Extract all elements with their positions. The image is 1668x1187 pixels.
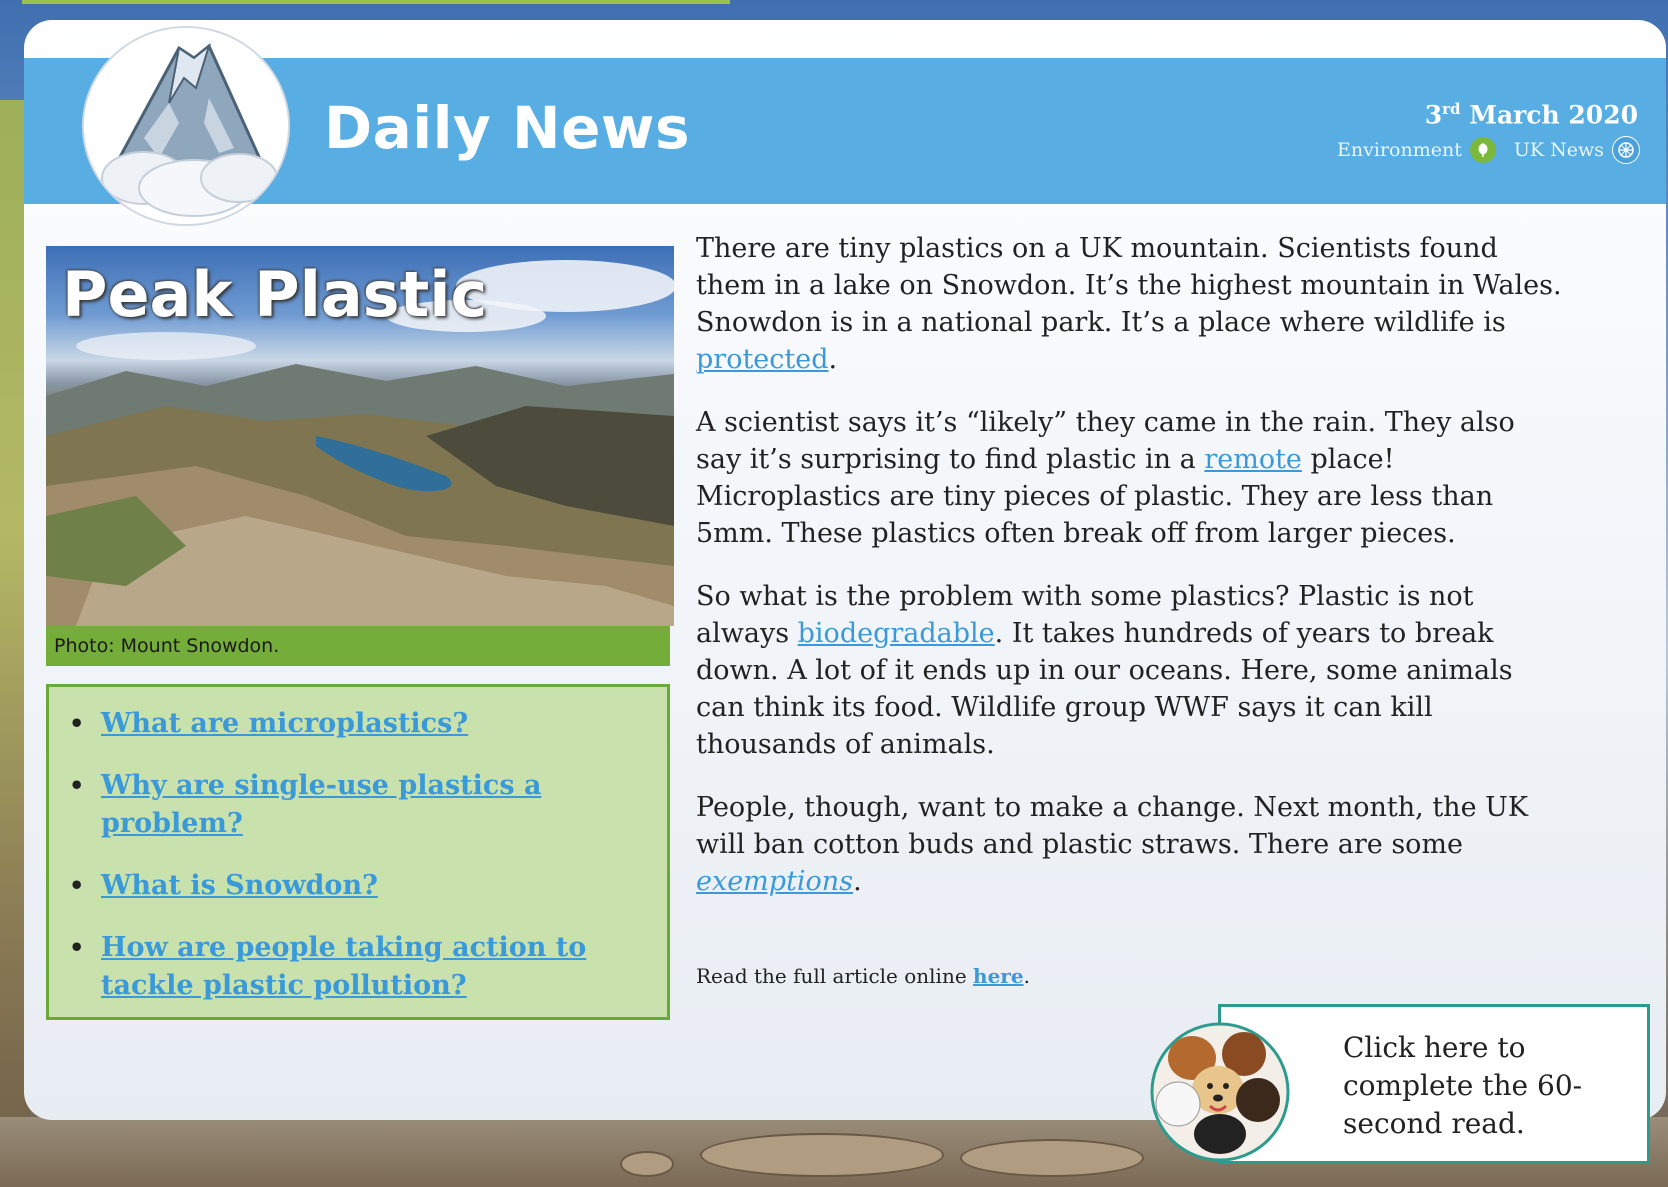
site-title: Daily News — [324, 94, 691, 162]
list-item: What is Snowdon? — [69, 867, 647, 905]
paragraph-text: . — [828, 344, 838, 375]
article-photo-block: Peak Plastic Photo: Mount Snowdon. — [46, 246, 674, 666]
article-paragraph: People, though, want to make a change. N… — [696, 789, 1566, 900]
article-paragraph: There are tiny plastics on a UK mountain… — [696, 230, 1566, 378]
question-link[interactable]: What are microplastics? — [101, 708, 468, 739]
news-panel: Daily News 3rd March 2020 Environment UK… — [24, 20, 1666, 1120]
glossary-link-remote[interactable]: remote — [1204, 444, 1302, 475]
leaf-icon — [1469, 137, 1496, 163]
list-item: Why are single-use plastics a problem? — [69, 767, 647, 843]
globe-icon — [1612, 136, 1640, 164]
article-paragraph: So what is the problem with some plastic… — [696, 578, 1566, 763]
read-more-line: Read the full article online here. — [696, 964, 1030, 988]
list-item: What are microplastics? — [69, 705, 647, 743]
date-ordinal: rd — [1442, 100, 1461, 118]
glossary-link-biodegradable[interactable]: biodegradable — [798, 618, 995, 649]
headline: Peak Plastic — [62, 258, 488, 331]
question-link[interactable]: What is Snowdon? — [101, 870, 378, 901]
snowdon-photo: Peak Plastic — [46, 246, 674, 626]
category-environment[interactable]: Environment — [1337, 139, 1462, 161]
article-body: There are tiny plastics on a UK mountain… — [696, 230, 1566, 926]
category-uk-news[interactable]: UK News — [1514, 139, 1604, 161]
paragraph-text: There are tiny plastics on a UK mountain… — [696, 233, 1562, 338]
background-rock — [700, 1133, 944, 1177]
date-month-year: March 2020 — [1469, 100, 1638, 130]
glossary-link-protected[interactable]: protected — [696, 344, 829, 375]
questions-list: What are microplastics? Why are single-u… — [49, 687, 667, 1005]
category-tags: Environment UK News — [1337, 136, 1640, 164]
dogs-illustration[interactable] — [1140, 1008, 1300, 1166]
paragraph-text: People, though, want to make a change. N… — [696, 792, 1529, 860]
date-day: 3 — [1424, 100, 1443, 130]
question-link[interactable]: How are people taking action to tackle p… — [101, 932, 586, 1001]
full-article-link[interactable]: here — [973, 964, 1024, 988]
photo-caption: Photo: Mount Snowdon. — [46, 626, 670, 666]
cta-label: Click here to complete the 60-second rea… — [1343, 1031, 1583, 1140]
read-more-text: . — [1023, 964, 1030, 988]
article-date: 3rd March 2020 — [1425, 100, 1638, 129]
mountain-icon — [84, 28, 288, 224]
background-rock — [960, 1139, 1144, 1177]
list-item: How are people taking action to tackle p… — [69, 929, 647, 1005]
read-more-text: Read the full article online — [696, 964, 974, 988]
glossary-link-exemptions[interactable]: exemptions — [696, 866, 853, 897]
dog-faces-icon — [1150, 1022, 1290, 1162]
paragraph-text: . — [853, 866, 862, 897]
top-accent-strip — [22, 0, 730, 4]
questions-box: What are microplastics? Why are single-u… — [46, 684, 670, 1020]
question-link[interactable]: Why are single-use plastics a problem? — [101, 770, 541, 839]
article-paragraph: A scientist says it’s “likely” they came… — [696, 404, 1566, 552]
mountain-logo[interactable] — [82, 26, 290, 226]
background-rock — [620, 1151, 674, 1177]
